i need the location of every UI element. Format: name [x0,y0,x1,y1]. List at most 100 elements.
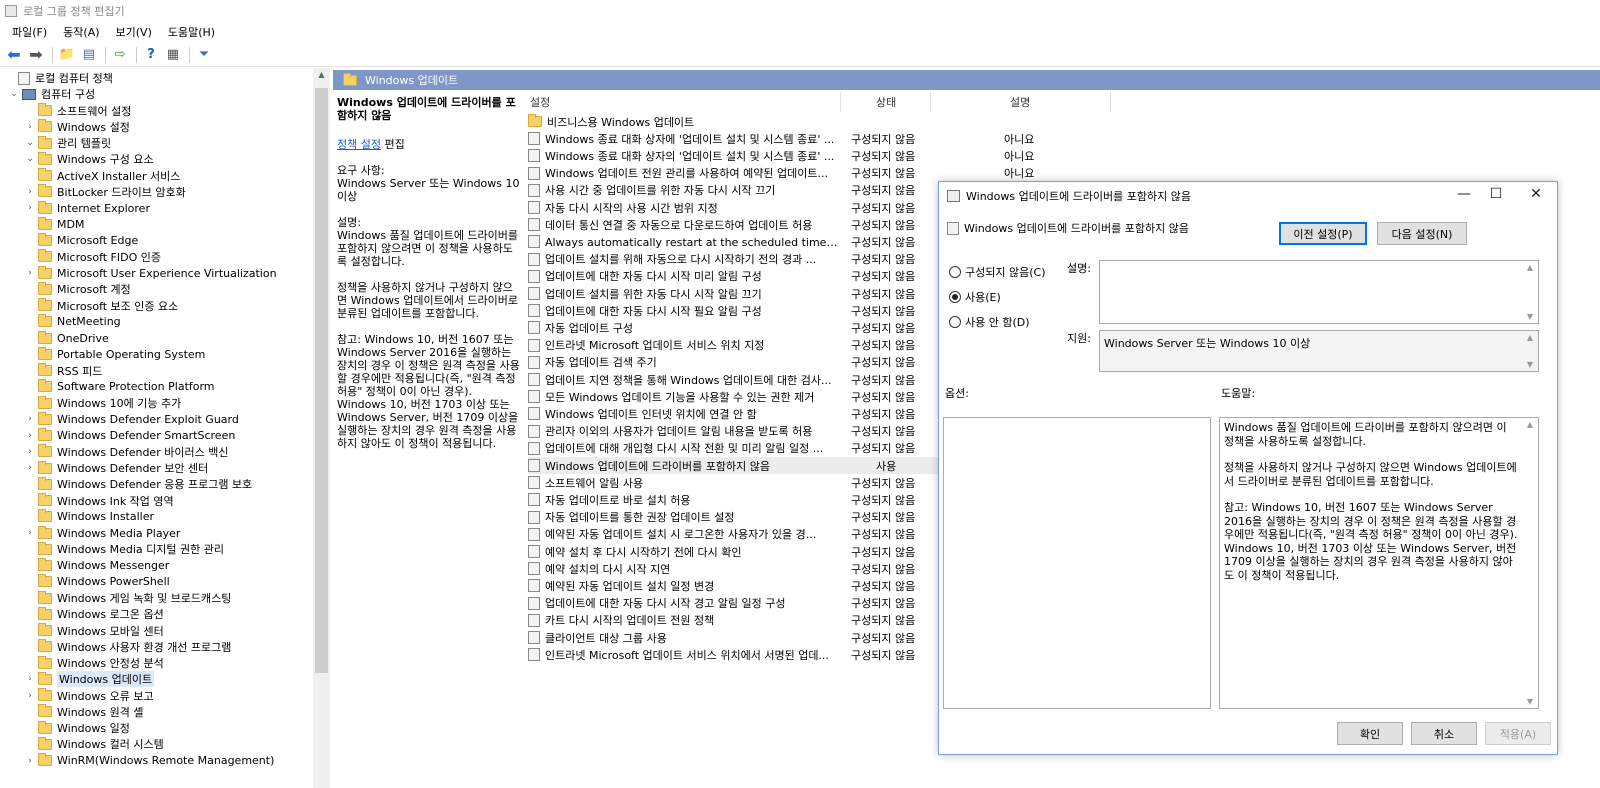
tree-item[interactable]: › Windows Media Player [24,525,180,541]
tree-item[interactable]: OneDrive [24,330,109,346]
setting-row[interactable]: 자동 업데이트로 바로 설치 허용구성되지 않음아니요 [528,491,1034,508]
expanded-chevron-icon[interactable]: ⌄ [24,138,36,148]
cancel-button[interactable]: 취소 [1411,722,1477,745]
setting-row[interactable]: 업데이트 설치를 위해 자동으로 다시 시작하기 전의 경과 ... 구성되지 않… [528,251,1034,268]
setting-row[interactable]: 자동 업데이트 구성구성되지 않음아니요 [528,319,1034,336]
setting-row[interactable]: 인트라넷 Microsoft 업데이트 서비스 위치 지정구성되지 않음아니요 [528,337,1034,354]
tree-item[interactable]: Windows 일정 [24,720,130,736]
tree-item[interactable]: Windows 로그온 옵션 [24,606,164,622]
tree-item[interactable]: ActiveX Installer 서비스 [24,168,180,184]
tree-item[interactable]: Windows Defender 응용 프로그램 보호 [24,476,252,492]
radio-disabled[interactable]: 사용 안 함(D) [949,314,1030,330]
setting-row[interactable]: 업데이트에 대한 자동 다시 시작 경고 알림 일정 구성구성되지 않음아니요 [528,595,1034,612]
policy-settings-link[interactable]: 정책 설정 [337,138,381,151]
tree-item[interactable]: ⌄ 관리 템플릿 [24,135,111,151]
setting-row[interactable]: 예약 설치의 다시 시작 지연구성되지 않음아니요 [528,560,1034,577]
setting-row[interactable]: 업데이트에 대한 자동 다시 시작 필요 알림 구성구성되지 않음아니요 [528,302,1034,319]
back-arrow-icon[interactable]: ⬅ [4,45,24,65]
tree-item[interactable]: 로컬 컴퓨터 정책 [4,70,113,86]
setting-row[interactable]: 인트라넷 Microsoft 업데이트 서비스 위치에서 서명된 업데... 구성… [528,646,1034,663]
radio-circle[interactable] [949,266,961,278]
setting-row[interactable]: 자동 업데이트를 통한 권장 업데이트 설정구성되지 않음아니요 [528,509,1034,526]
setting-row[interactable]: 업데이트 설치를 위한 자동 다시 시작 알림 끄기구성되지 않음아니요 [528,285,1034,302]
setting-row[interactable]: 자동 업데이트 검색 주기구성되지 않음아니요 [528,354,1034,371]
setting-row[interactable]: 모든 Windows 업데이트 기능을 사용할 수 있는 권한 제거 구성되지 않… [528,388,1034,405]
setting-row[interactable]: Windows 업데이트 전원 관리를 사용하여 예약된 업데이트... 구성되지… [528,165,1034,182]
collapsed-chevron-icon[interactable]: › [24,187,36,197]
collapsed-chevron-icon[interactable]: › [24,203,36,213]
collapsed-chevron-icon[interactable]: › [24,431,36,441]
setting-row[interactable]: Windows 종료 대화 상자에 '업데이트 설치 및 시스템 종료' ...… [528,130,1034,147]
menu-file[interactable]: 파일(F) [4,24,55,40]
tree-scrollbar[interactable]: ▲ [313,68,330,788]
help-icon[interactable]: ? [141,45,161,65]
tree-item[interactable]: Windows 모바일 센터 [24,623,164,639]
setting-row[interactable]: 업데이트 지연 정책을 통해 Windows 업데이트에 대한 검사... 구성되… [528,371,1034,388]
export-list-icon[interactable]: ⇨ [110,45,130,65]
setting-row[interactable]: 비즈니스용 Windows 업데이트 [528,113,938,130]
tree-item[interactable]: 소프트웨어 설정 [24,103,131,119]
setting-row[interactable]: 관리자 이외의 사용자가 업데이트 알림 내용을 받도록 허용구성되지 않음아니… [528,423,1034,440]
tree-item[interactable]: Microsoft Edge [24,233,138,249]
setting-row[interactable]: 데이터 통신 연결 중 자동으로 다운로드하여 업데이트 허용구성되지 않음아니… [528,216,1034,233]
column-header-state[interactable]: 상태 [876,93,896,111]
tree-item[interactable]: › Windows Defender 보안 센터 [24,460,208,476]
setting-row[interactable]: 클라이언트 대상 그룹 사용구성되지 않음아니요 [528,629,1034,646]
collapsed-chevron-icon[interactable]: › [24,414,36,424]
collapsed-chevron-icon[interactable]: › [24,756,36,766]
setting-row[interactable]: 업데이트에 대해 개입형 다시 시작 전환 및 미리 알림 일정 ... 구성되지… [528,440,1034,457]
tree-item[interactable]: › Microsoft User Experience Virtualizatio… [24,265,277,281]
tree-item[interactable]: › Windows 업데이트 [24,671,155,688]
collapsed-chevron-icon[interactable]: › [24,268,36,278]
tree-item[interactable]: Microsoft 보조 인증 요소 [24,298,178,314]
filter-icon[interactable]: ⏷ [194,45,214,65]
radio-circle[interactable] [949,316,961,328]
menu-view[interactable]: 보기(V) [108,24,160,40]
tree-item[interactable]: Windows Media 디지털 권한 관리 [24,541,224,557]
tree-item[interactable]: MDM [24,216,84,232]
tree-item[interactable]: › Windows Defender Exploit Guard [24,411,239,427]
scroll-up-icon[interactable]: ▲ [313,70,330,84]
tree-item[interactable]: Microsoft FIDO 인증 [24,249,161,265]
setting-row[interactable]: Windows 업데이트 인터넷 위치에 연결 안 함구성되지 않음아니요 [528,405,1034,422]
expanded-chevron-icon[interactable]: ⌄ [8,89,20,99]
expanded-chevron-icon[interactable]: ⌄ [24,154,36,164]
radio-enabled[interactable]: 사용(E) [949,289,1001,305]
setting-row[interactable]: 업데이트에 대한 자동 다시 시작 미리 알림 구성구성되지 않음아니요 [528,268,1034,285]
tree-item[interactable]: Portable Operating System [24,346,205,362]
setting-row[interactable]: 예약된 자동 업데이트 설치 시 로그온한 사용자가 있을 경... 구성되지 않… [528,526,1034,543]
setting-row[interactable]: 사용 시간 중 업데이트를 위한 자동 다시 시작 끄기구성되지 않음아니요 [528,182,1034,199]
comment-scrollbar[interactable]: ▲ ▼ [1522,261,1538,323]
radio-circle-selected[interactable] [949,291,961,303]
collapsed-chevron-icon[interactable]: › [24,463,36,473]
tree-item[interactable]: Windows Ink 작업 영역 [24,493,174,509]
up-folder-icon[interactable]: 📁 [57,45,77,65]
column-header-comment[interactable]: 설명 [1010,93,1030,111]
setting-row[interactable]: 소프트웨어 알림 사용구성되지 않음아니요 [528,474,1034,491]
tree-item[interactable]: Windows 원격 셸 [24,704,143,720]
close-icon[interactable]: ✕ [1521,186,1551,206]
collapsed-chevron-icon[interactable]: › [24,674,36,684]
help-scrollbar[interactable]: ▲ ▼ [1522,418,1538,708]
menu-help[interactable]: 도움말(H) [160,24,223,40]
tree-item[interactable]: › Windows Defender SmartScreen [24,428,235,444]
minimize-icon[interactable]: — [1449,186,1479,206]
tree-item[interactable]: Windows Messenger [24,558,169,574]
tree-item[interactable]: Windows Installer [24,509,154,525]
prev-setting-button[interactable]: 이전 설정(P) [1279,222,1367,245]
scroll-thumb[interactable] [315,88,328,673]
tree-item[interactable]: › WinRM(Windows Remote Management) [24,753,274,769]
tree-item[interactable]: ⌄ Windows 구성 요소 [24,151,154,167]
tree-item[interactable]: Windows PowerShell [24,574,170,590]
tree-item[interactable]: ⌄ 컴퓨터 구성 [8,86,95,102]
setting-row[interactable]: Windows 업데이트에 드라이버를 포함하지 않음사용아니요 [528,457,938,474]
tree-item[interactable]: Windows 안정성 분석 [24,655,164,671]
collapsed-chevron-icon[interactable]: › [24,447,36,457]
supported-scrollbar[interactable]: ▲ ▼ [1522,331,1538,371]
tree-item[interactable]: › BitLocker 드라이브 암호화 [24,184,186,200]
tree-item[interactable]: › Windows 오류 보고 [24,688,154,704]
comment-textarea[interactable]: ▲ ▼ [1099,260,1539,324]
tree-item[interactable]: › Windows Defender 바이러스 백신 [24,444,228,460]
tree-item[interactable]: Windows 컬러 시스템 [24,736,164,752]
setting-row[interactable]: 예약된 자동 업데이트 설치 일정 변경구성되지 않음아니요 [528,577,1034,594]
